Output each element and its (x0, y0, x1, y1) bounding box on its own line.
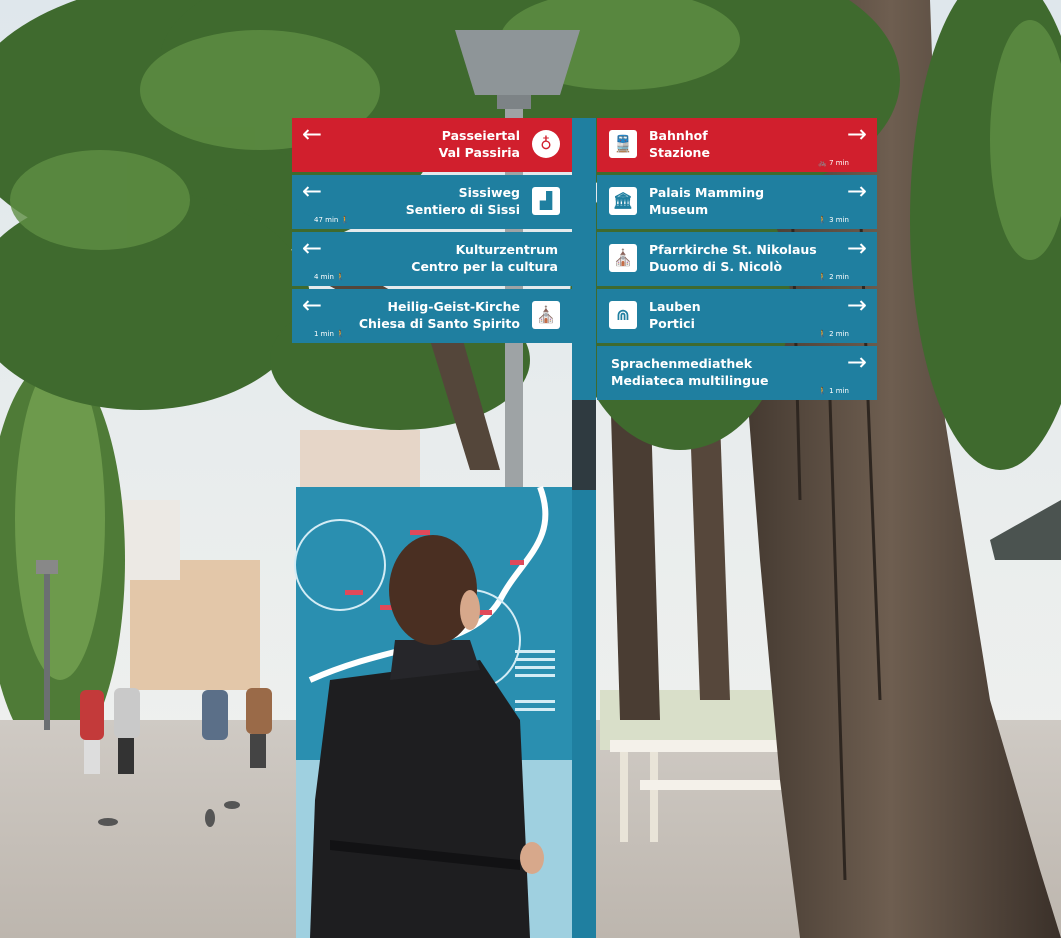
background-building (300, 430, 420, 490)
sign-destination-line2: Duomo di S. Nicolò (649, 259, 783, 274)
tree-left (15, 360, 105, 680)
sign-walking-time: 🚶 2 min (818, 273, 849, 281)
sign-destination-line1: Bahnhof (649, 128, 708, 143)
sign-destination-line2: Stazione (649, 145, 710, 160)
sign-destination-line1: Lauben (649, 299, 701, 314)
sign-right-2: → Pfarrkirche St. Nikolaus Duomo di S. Nic… (597, 232, 877, 286)
arrow-left-icon: ← (302, 177, 323, 205)
sign-left-0: ← Passeiertal Val Passiria ♁ (292, 118, 572, 172)
sign-walking-time: 🚶 3 min (818, 216, 849, 224)
sign-destination-line2: Portici (649, 316, 695, 331)
sign-destination-line1: Palais Mamming (649, 185, 765, 200)
sign-destination-line2: Chiesa di Santo Spirito (358, 316, 520, 331)
sign-walking-time: 47 min 🚶 (314, 216, 350, 224)
sign-destination-line1: Pfarrkirche St. Nikolaus (649, 242, 817, 257)
sign-destination-line2: Museum (649, 202, 709, 217)
sign-left-3: ← Heilig-Geist-Kirche Chiesa di Santo Spir… (292, 289, 572, 343)
church-icon: ⛪ (532, 301, 560, 329)
arrow-right-icon: → (846, 234, 867, 262)
sign-right-4: → Sprachenmediathek Mediateca multilingue 🚶… (597, 346, 877, 400)
sign-destination-line1: Passeiertal (441, 128, 520, 143)
train-icon: 🚆 (609, 130, 637, 158)
sign-destination-line1: Heilig-Geist-Kirche (387, 299, 520, 314)
sign-destination-line2: Mediateca multilingue (611, 373, 769, 388)
sign-destination-line1: Sprachenmediathek (611, 356, 753, 371)
sign-right-1: → Palais Mamming Museum 🏛 🚶 3 min (597, 175, 877, 229)
background-building (120, 500, 180, 580)
sign-right-0: → Bahnhof Stazione 🚆 🚲 7 min (597, 118, 877, 172)
street-photo-scene: ← Passeiertal Val Passiria ♁ ← Sissiweg Sentie… (0, 0, 1061, 938)
arrow-left-icon: ← (302, 120, 323, 148)
pigeon (224, 801, 240, 809)
bicycle-icon: ♁ (532, 130, 560, 158)
church-icon: ⛪ (609, 244, 637, 272)
pigeon (205, 809, 215, 827)
sign-left-1: ← Sissiweg Sentiero di Sissi ▟ 47 min 🚶 (292, 175, 572, 229)
street-lamp (44, 570, 50, 730)
pigeon (98, 818, 118, 826)
sign-destination-line1: Sissiweg (458, 185, 520, 200)
street-lamp-head (36, 560, 58, 574)
sign-left-2: ← Kulturzentrum Centro per la cultura 4 min… (292, 232, 572, 286)
museum-icon: 🏛 (609, 187, 637, 215)
arrow-left-icon: ← (302, 291, 323, 319)
sign-destination-line2: Sentiero di Sissi (405, 202, 520, 217)
sign-walking-time: 🚶 1 min (818, 387, 849, 395)
arrow-right-icon: → (846, 348, 867, 376)
arcade-icon: ⋒ (609, 301, 637, 329)
sign-walking-time: 1 min 🚶 (314, 330, 345, 338)
lamp-head (455, 30, 580, 95)
monument-icon: ▟ (532, 187, 560, 215)
arrow-left-icon: ← (302, 234, 323, 262)
sign-destination-line1: Kulturzentrum (455, 242, 558, 257)
sign-destination-line2: Centro per la cultura (411, 259, 558, 274)
sign-walking-time: 🚲 7 min (818, 159, 849, 167)
sign-walking-time: 4 min 🚶 (314, 273, 345, 281)
arrow-right-icon: → (846, 177, 867, 205)
sign-destination-line2: Val Passiria (438, 145, 520, 160)
sign-right-3: → Lauben Portici ⋒ 🚶 2 min (597, 289, 877, 343)
arrow-right-icon: → (846, 291, 867, 319)
arrow-right-icon: → (846, 120, 867, 148)
sign-walking-time: 🚶 2 min (818, 330, 849, 338)
